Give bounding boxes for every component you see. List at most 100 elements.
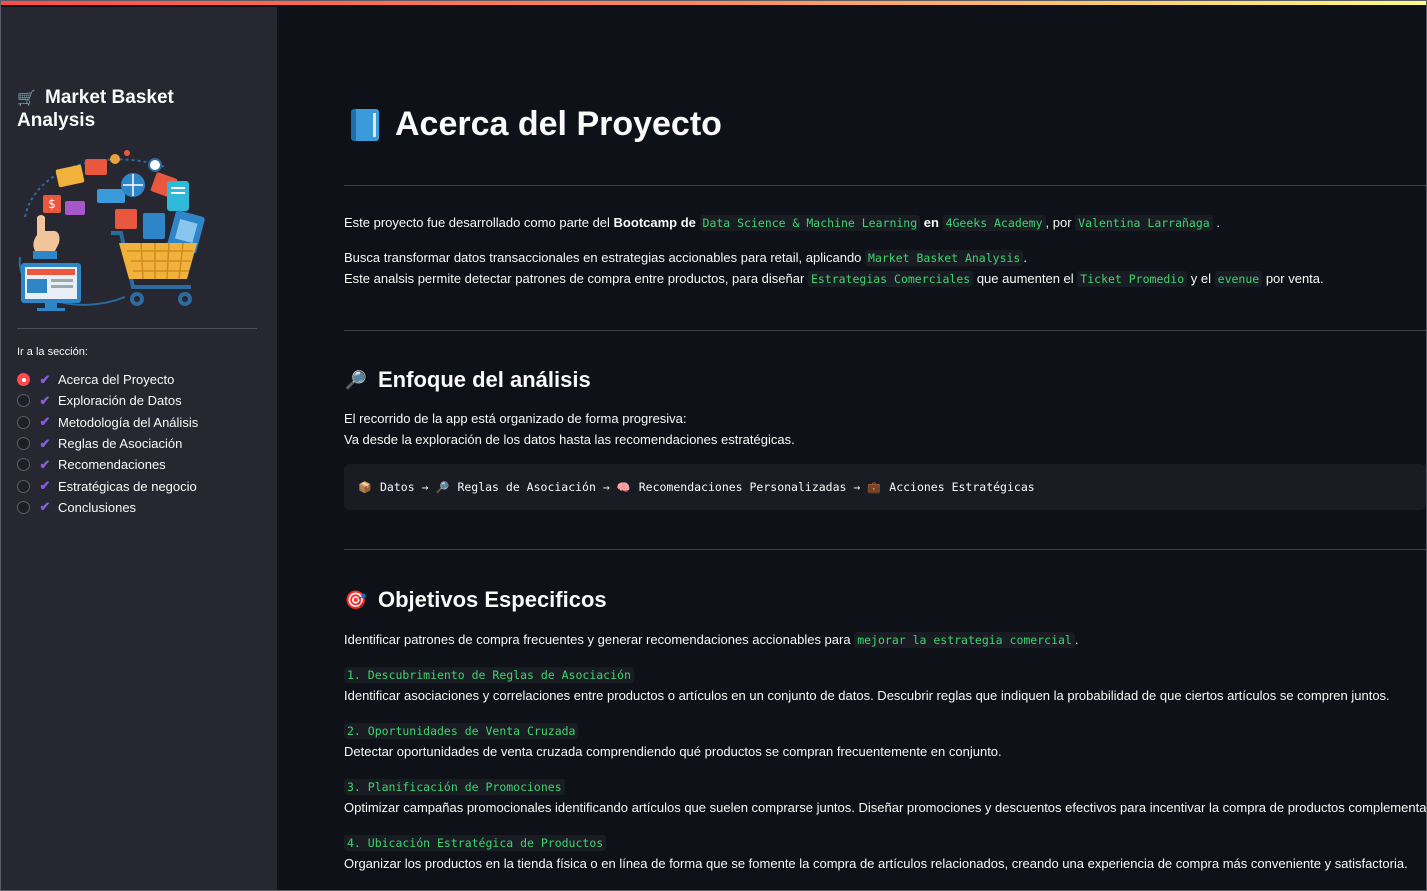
objective-text-1: Identificar asociaciones y correlaciones…	[344, 688, 1390, 703]
radio-selected-icon[interactable]	[17, 373, 30, 387]
divider	[344, 185, 1426, 186]
svg-text:$: $	[48, 197, 56, 211]
book-icon	[351, 108, 379, 141]
nav-item-acerca[interactable]: ✔ Acerca del Proyecto	[17, 369, 267, 390]
intro-paragraph-3: Este analsis permite detectar patrones d…	[344, 269, 1324, 289]
checkmark-icon: ✔	[39, 435, 51, 451]
checkmark-icon: ✔	[39, 456, 51, 472]
nav-item-estrategicas[interactable]: ✔ Estratégicas de negocio	[17, 475, 267, 496]
bold-text: Bootcamp de	[613, 215, 696, 230]
radio-unselected-icon[interactable]	[17, 458, 30, 472]
text: Busca transformar datos transaccionales …	[344, 250, 862, 265]
section-heading-text: Objetivos Especificos	[378, 587, 607, 612]
briefcase-icon: 💼	[867, 480, 882, 494]
top-decoration-gap	[0, 5, 1427, 7]
divider	[344, 330, 1426, 331]
brain-icon: 🧠	[616, 480, 631, 494]
nav-radio-label: Ir a la sección:	[17, 346, 88, 358]
radio-unselected-icon[interactable]	[17, 500, 30, 514]
objetivos-intro: Identificar patrones de compra frecuente…	[344, 630, 1078, 650]
radio-unselected-icon[interactable]	[17, 479, 30, 493]
inline-code: 3. Planificación de Promociones	[344, 779, 565, 795]
flow-code-block: 📦 Datos → 🔎 Reglas de Asociación → 🧠 Recome…	[344, 464, 1426, 510]
nav-item-label: Recomendaciones	[58, 457, 166, 473]
nav-radio-group: ✔ Acerca del Proyecto ✔ Exploración de D…	[17, 369, 267, 518]
checkmark-icon: ✔	[39, 371, 51, 387]
nav-item-conclusiones[interactable]: ✔ Conclusiones	[17, 497, 267, 518]
section-heading-enfoque: 🔎 Enfoque del análisis	[344, 367, 591, 393]
intro-paragraph-1: Este proyecto fue desarrollado como part…	[344, 213, 1220, 233]
magnifier-icon: 🔎	[435, 480, 450, 494]
divider	[344, 549, 1426, 550]
text: y el	[1190, 271, 1212, 286]
nav-item-label: Reglas de Asociación	[58, 436, 183, 452]
text: .	[1074, 632, 1079, 647]
page-title-text: Acerca del Proyecto	[395, 105, 722, 143]
shopping-cart-icon: 🛒	[17, 90, 36, 107]
inline-code: Estrategias Comerciales	[807, 271, 974, 287]
checkmark-icon: ✔	[39, 499, 51, 515]
checkmark-icon: ✔	[39, 478, 51, 494]
section-heading-text: Enfoque del análisis	[378, 367, 591, 392]
shopping-illustration: $	[18, 150, 205, 311]
inline-code: Data Science & Machine Learning	[699, 215, 921, 231]
enfoque-line-2: Va desde la exploración de los datos has…	[344, 432, 795, 447]
nav-item-label: Conclusiones	[58, 499, 137, 515]
sidebar-divider	[17, 328, 257, 329]
flow-step: Acciones Estratégicas	[889, 480, 1035, 494]
nav-item-label: Estratégicas de negocio	[58, 478, 197, 494]
enfoque-line-1: El recorrido de la app está organizado d…	[344, 411, 687, 426]
inline-code: 4. Ubicación Estratégica de Productos	[344, 835, 607, 851]
nav-item-label: Acerca del Proyecto	[58, 372, 175, 388]
objective-heading-3: 3. Planificación de Promociones	[344, 777, 565, 797]
objective-text-2: Detectar oportunidades de venta cruzada …	[344, 744, 1002, 759]
package-icon: 📦	[358, 480, 372, 494]
text: Este proyecto fue desarrollado como part…	[344, 215, 614, 230]
inline-code: evenue	[1214, 271, 1263, 287]
intro-paragraph-2: Busca transformar datos transaccionales …	[344, 248, 1027, 268]
text: .	[1023, 250, 1027, 265]
objective-heading-2: 2. Oportunidades de Venta Cruzada	[344, 721, 579, 741]
objective-text-4: Organizar los productos en la tienda fís…	[344, 856, 1408, 871]
flow-step: Reglas de Asociación	[457, 480, 596, 494]
inline-code: Valentina Larrañaga	[1075, 215, 1213, 231]
inline-code: mejorar la estrategia comercial	[854, 632, 1075, 648]
magnifier-icon: 🔎	[344, 369, 368, 390]
main-content: Acerca del Proyecto Este proyecto fue de…	[277, 7, 1427, 890]
flow-step: Recomendaciones Personalizadas	[638, 480, 847, 494]
arrow-icon: →	[602, 480, 610, 494]
section-heading-objetivos: 🎯 Objetivos Especificos	[344, 587, 607, 613]
page-title: Acerca del Proyecto	[351, 105, 722, 144]
checkmark-icon: ✔	[39, 392, 51, 408]
nav-item-recomendaciones[interactable]: ✔ Recomendaciones	[17, 454, 267, 475]
text: Este analsis permite detectar patrones d…	[344, 271, 805, 286]
flow-step: Datos	[380, 480, 415, 494]
nav-item-label: Metodología del Análisis	[58, 414, 199, 430]
objective-heading-1: 1. Descubrimiento de Reglas de Asociació…	[344, 665, 634, 685]
bold-text: en	[923, 215, 939, 230]
objective-text-3: Optimizar campañas promocionales identif…	[344, 800, 1427, 815]
radio-unselected-icon[interactable]	[17, 437, 30, 451]
text: Identificar patrones de compra frecuente…	[344, 632, 851, 647]
nav-item-label: Exploración de Datos	[58, 393, 182, 409]
target-icon: 🎯	[344, 589, 368, 610]
nav-item-reglas[interactable]: ✔ Reglas de Asociación	[17, 433, 267, 454]
radio-unselected-icon[interactable]	[17, 394, 30, 408]
checkmark-icon: ✔	[39, 414, 51, 430]
arrow-icon: →	[853, 480, 861, 494]
inline-code: Ticket Promedio	[1077, 271, 1188, 287]
objective-heading-4: 4. Ubicación Estratégica de Productos	[344, 833, 607, 853]
inline-code: Market Basket Analysis	[865, 250, 1024, 266]
nav-item-metodologia[interactable]: ✔ Metodología del Análisis	[17, 412, 267, 433]
inline-code: 4Geeks Academy	[942, 215, 1046, 231]
sidebar-title-text: Market Basket Analysis	[17, 87, 174, 131]
text: por venta.	[1265, 271, 1324, 286]
inline-code: 2. Oportunidades de Venta Cruzada	[344, 723, 579, 739]
arrow-icon: →	[421, 480, 429, 494]
radio-unselected-icon[interactable]	[17, 415, 30, 429]
sidebar: 🛒 Market Basket Analysis $ Ir a la secci…	[1, 7, 277, 890]
nav-item-exploracion[interactable]: ✔ Exploración de Datos	[17, 390, 267, 411]
text: , por	[1045, 215, 1072, 230]
text: .	[1216, 215, 1220, 230]
sidebar-title: 🛒 Market Basket Analysis	[17, 87, 247, 132]
